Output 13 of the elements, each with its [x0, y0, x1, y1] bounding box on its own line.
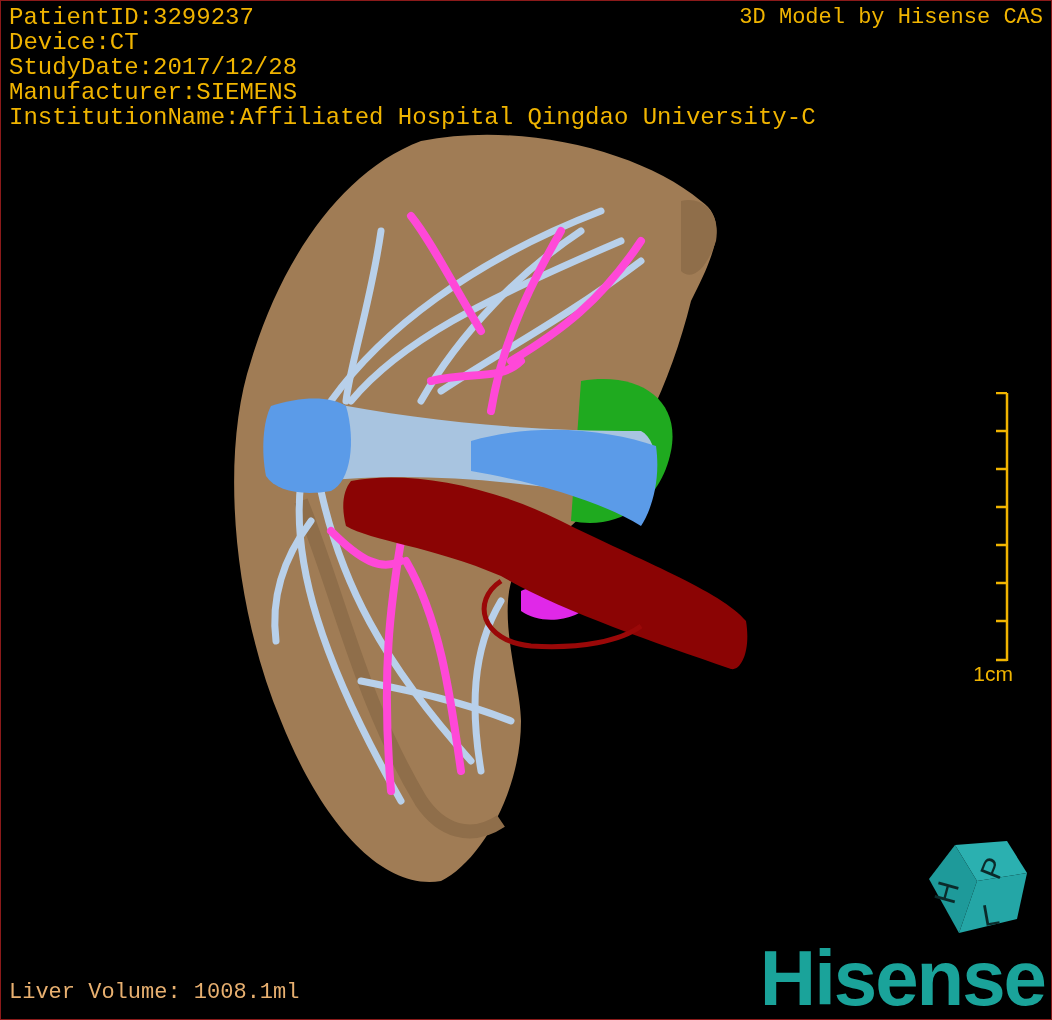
patient-info-line: InstitutionName:Affiliated Hospital Qingdao University-C	[9, 105, 816, 130]
orientation-cube-icon	[929, 841, 1027, 933]
liver-volume-label: Liver Volume: 1008.1ml	[9, 981, 300, 1005]
patient-info-line: PatientID:3299237	[9, 5, 254, 30]
patient-info-line: Device:CT	[9, 30, 139, 55]
patient-info-line: StudyDate:2017/12/28	[9, 55, 298, 80]
scale-label: 1cm	[973, 663, 1013, 685]
cube-face-label: P	[973, 852, 1012, 884]
cube-face-label: H	[927, 877, 966, 908]
patient-info-line: Manufacturer:SIEMENS	[9, 80, 298, 105]
hisense-logo: Hisense	[759, 943, 1045, 1013]
scale-ruler-icon	[995, 392, 1010, 663]
cube-face-label: L	[979, 896, 1002, 933]
